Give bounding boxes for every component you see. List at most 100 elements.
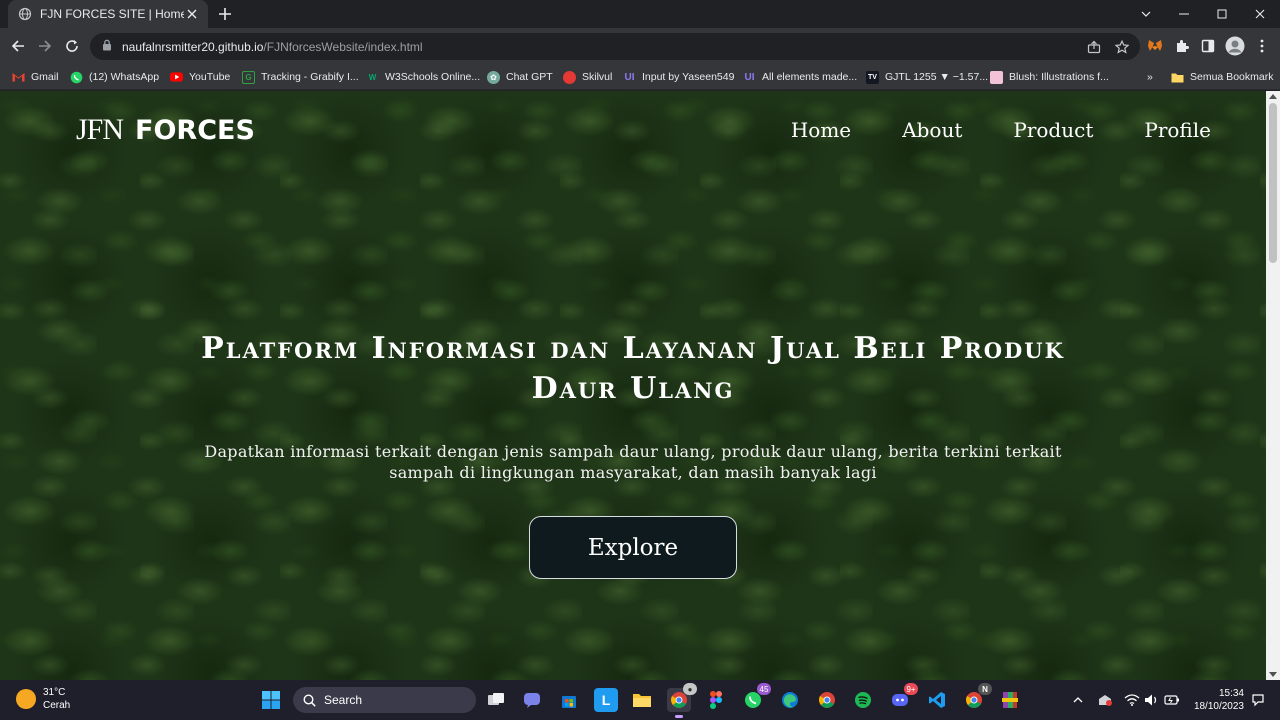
browser-toolbar: naufalnrsmitter20.github.io/FJNforcesWeb… xyxy=(0,28,1280,64)
close-window-button[interactable] xyxy=(1241,0,1279,28)
taskbar: 31°C Cerah Search L ● 45 9+ N 15:34 18/1… xyxy=(0,680,1280,720)
bookmark-all-elements[interactable]: UI All elements made... xyxy=(743,68,858,86)
bookmark-chatgpt[interactable]: ✿ Chat GPT xyxy=(487,68,553,86)
bookmark-gjtl[interactable]: TV GJTL 1255 ▼ −1.57... xyxy=(866,68,988,86)
figma-icon[interactable] xyxy=(704,688,728,712)
bookmarks-overflow-label: » xyxy=(1147,71,1153,83)
spotify-icon[interactable] xyxy=(851,688,875,712)
winrar-icon[interactable] xyxy=(998,688,1022,712)
volume-icon[interactable] xyxy=(1144,692,1160,708)
whatsapp-badge: 45 xyxy=(757,683,771,695)
bookmark-label: All elements made... xyxy=(762,71,858,83)
bookmark-w3schools[interactable]: W W3Schools Online... xyxy=(366,68,480,86)
tray-app-icon[interactable] xyxy=(1097,692,1113,708)
hero-subtitle: Dapatkan informasi terkait dengan jenis … xyxy=(204,442,1062,482)
discord-icon[interactable]: 9+ xyxy=(888,683,918,712)
weather-widget[interactable]: 31°C Cerah xyxy=(16,686,70,712)
edge-icon[interactable] xyxy=(778,688,802,712)
address-bar[interactable]: naufalnrsmitter20.github.io/FJNforcesWeb… xyxy=(90,33,1140,60)
nav-home[interactable]: Home xyxy=(791,118,851,142)
bookmark-gmail[interactable]: Gmail xyxy=(12,68,58,86)
bookmark-skilvul[interactable]: Skilvul xyxy=(563,68,612,86)
profile-avatar[interactable] xyxy=(1224,36,1246,56)
reload-button[interactable] xyxy=(62,36,82,56)
tab-strip: FJN FORCES SITE | Home xyxy=(0,0,1280,28)
ui-icon: UI xyxy=(624,71,635,83)
all-bookmarks-folder[interactable]: Semua Bookmark xyxy=(1171,68,1273,86)
bookmark-label: Blush: Illustrations f... xyxy=(1009,71,1109,83)
bookmark-whatsapp[interactable]: (12) WhatsApp xyxy=(70,68,159,86)
bookmark-label: (12) WhatsApp xyxy=(89,71,160,83)
explore-button[interactable]: Explore xyxy=(529,516,737,579)
microsoft-store-icon[interactable] xyxy=(557,688,581,712)
task-view-icon[interactable] xyxy=(484,688,508,712)
lock-icon[interactable] xyxy=(102,38,112,56)
start-button[interactable] xyxy=(259,688,283,712)
side-panel-icon[interactable] xyxy=(1199,36,1217,56)
minimize-button[interactable] xyxy=(1165,0,1203,28)
nav-about[interactable]: About xyxy=(902,118,962,142)
forward-button[interactable] xyxy=(35,36,55,56)
bookmark-youtube[interactable]: YouTube xyxy=(170,68,230,86)
logo-wordmark: FORCES xyxy=(135,115,255,146)
logo-mark: JFN xyxy=(76,113,124,146)
skilvul-icon xyxy=(563,70,576,84)
file-explorer-icon[interactable] xyxy=(630,688,654,712)
site-logo[interactable]: JFN FORCES xyxy=(76,113,255,147)
hero-title-line1: Platform Informasi dan Layanan Jual Beli… xyxy=(201,331,1065,366)
scroll-up-arrow-icon[interactable] xyxy=(1269,94,1277,99)
l-app-icon[interactable]: L xyxy=(594,688,618,712)
notifications-icon[interactable] xyxy=(1250,692,1266,708)
nav-product[interactable]: Product xyxy=(1013,118,1093,142)
chrome-icon[interactable]: ● xyxy=(667,683,697,712)
page-scrollbar[interactable] xyxy=(1266,91,1280,680)
bookmark-label: GJTL 1255 ▼ −1.57... xyxy=(885,71,989,83)
scrollbar-thumb[interactable] xyxy=(1269,103,1277,263)
whatsapp-taskbar-icon[interactable]: 45 xyxy=(741,683,771,712)
gmail-icon xyxy=(12,71,25,84)
weather-desc: Cerah xyxy=(43,700,71,711)
vscode-icon[interactable] xyxy=(925,688,949,712)
whatsapp-icon xyxy=(70,71,83,84)
wifi-icon[interactable] xyxy=(1124,692,1140,708)
clock-time: 15:34 xyxy=(1218,688,1244,699)
bookmark-star-icon[interactable] xyxy=(1114,39,1130,55)
blush-icon xyxy=(990,70,1003,84)
hero-title-line2: Daur Ulang xyxy=(531,371,735,406)
chrome-profile-n-icon[interactable]: N xyxy=(962,683,992,712)
maximize-button[interactable] xyxy=(1203,0,1241,28)
more-menu-icon[interactable] xyxy=(1253,36,1271,56)
url-text[interactable]: naufalnrsmitter20.github.io/FJNforcesWeb… xyxy=(122,40,423,54)
weather-temp: 31°C xyxy=(43,687,66,698)
new-tab-button[interactable] xyxy=(216,5,234,23)
bookmark-input-yaseen[interactable]: UI Input by Yaseen549 xyxy=(623,68,735,86)
search-icon xyxy=(303,693,316,707)
chrome-profile-badge: ● xyxy=(683,683,697,695)
tray-overflow-chevron-icon[interactable] xyxy=(1070,692,1086,708)
scroll-down-arrow-icon[interactable] xyxy=(1269,672,1277,677)
system-clock[interactable]: 15:34 18/10/2023 xyxy=(1190,687,1244,713)
tab-active[interactable]: FJN FORCES SITE | Home xyxy=(8,0,208,28)
chrome-alt-icon[interactable] xyxy=(815,688,839,712)
taskbar-search[interactable]: Search xyxy=(293,687,476,713)
chatgpt-icon: ✿ xyxy=(487,70,500,84)
bookmark-grabify[interactable]: G Tracking - Grabify I... xyxy=(242,68,359,86)
nav-profile[interactable]: Profile xyxy=(1144,118,1211,142)
close-icon[interactable] xyxy=(184,6,200,22)
battery-icon[interactable] xyxy=(1164,692,1180,708)
tab-search-button[interactable] xyxy=(1127,0,1165,28)
bookmark-blush[interactable]: Blush: Illustrations f... xyxy=(990,68,1109,86)
share-icon[interactable] xyxy=(1086,39,1102,55)
bookmark-label: Skilvul xyxy=(582,71,613,83)
folder-icon xyxy=(1171,71,1184,84)
discord-badge: 9+ xyxy=(904,683,918,695)
url-host: naufalnrsmitter20.github.io xyxy=(122,39,264,54)
ui-icon: UI xyxy=(744,71,755,83)
sun-icon xyxy=(16,689,36,709)
metamask-extension-icon[interactable] xyxy=(1146,36,1164,56)
teams-chat-icon[interactable] xyxy=(520,688,544,712)
extensions-puzzle-icon[interactable] xyxy=(1173,36,1191,56)
grabify-icon: G xyxy=(242,70,255,84)
bookmarks-overflow-button[interactable]: » xyxy=(1147,68,1153,86)
back-button[interactable] xyxy=(8,36,28,56)
